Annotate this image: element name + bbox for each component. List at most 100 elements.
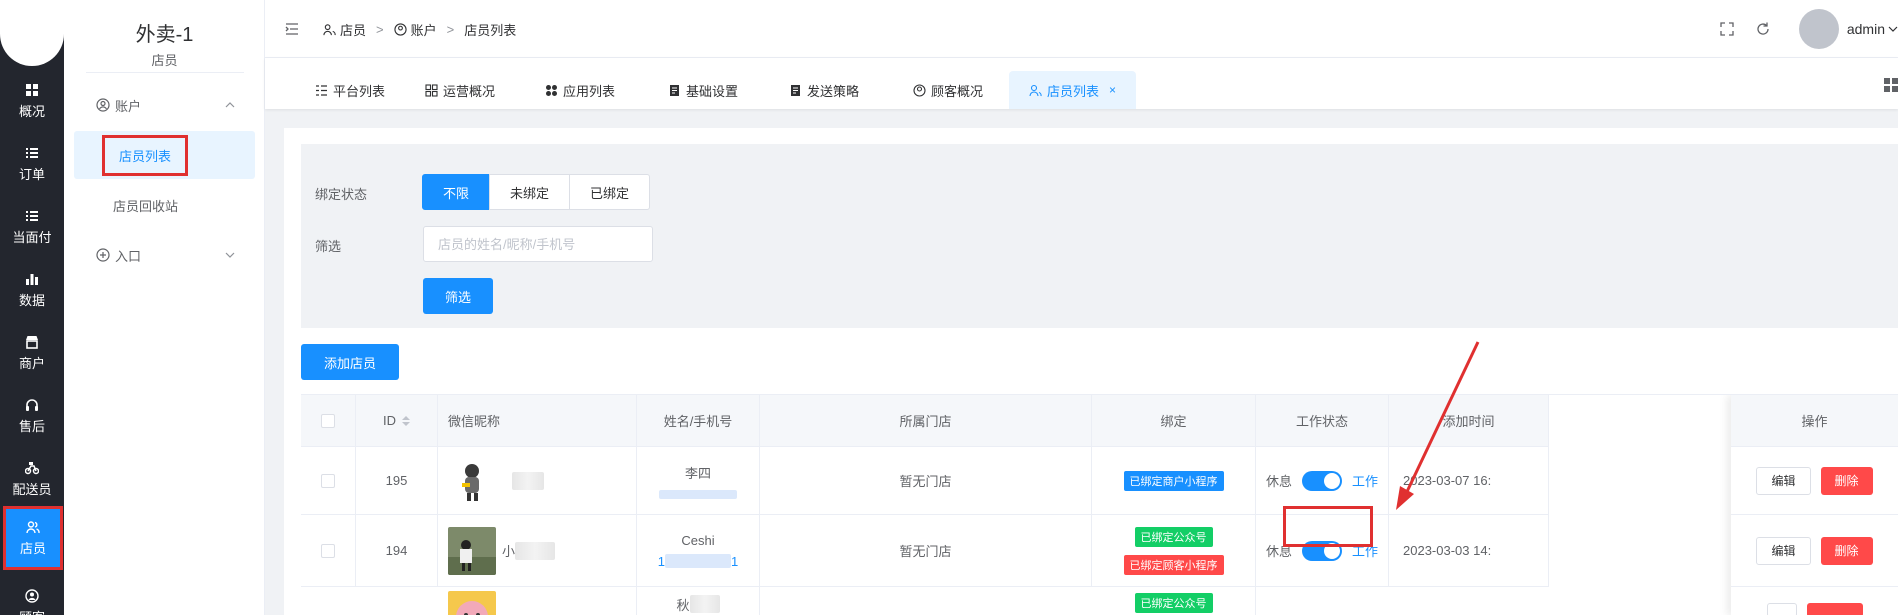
cell-name-phone: Ceshi 1 1 (637, 515, 760, 587)
tab-send-strategy[interactable]: 发送策略 (769, 71, 879, 109)
bind-option-bound[interactable]: 已绑定 (569, 174, 651, 210)
filter-panel: 绑定状态 不限 未绑定 已绑定 筛选 筛选 (301, 144, 1898, 328)
blurred-name (689, 595, 720, 613)
tab-app-list[interactable]: 应用列表 (525, 71, 635, 109)
cell-store: 暂无门店 (760, 515, 1092, 587)
edit-button[interactable] (1766, 603, 1797, 615)
top-header: 店员 > 账户 > 店员列表 admin (265, 0, 1898, 58)
cell-name-phone: 秋 (637, 587, 760, 615)
edit-button[interactable]: 编辑 (1756, 536, 1811, 565)
rail-item-customer[interactable]: 顾客 (0, 577, 64, 615)
chevron-down-icon[interactable] (1888, 24, 1898, 34)
tab-staff-list[interactable]: 店员列表 × (1009, 71, 1137, 109)
user-circle-icon (96, 98, 110, 112)
collapse-menu-icon[interactable] (285, 22, 299, 36)
cell-store: 暂无门店 (760, 447, 1092, 515)
select-all-checkbox[interactable] (321, 413, 335, 428)
cell-name-phone: 李四 (637, 447, 760, 515)
menu-group-account[interactable]: 账户 (64, 90, 265, 120)
grid-icon[interactable] (1884, 78, 1898, 92)
avatar[interactable] (1798, 9, 1839, 49)
divider (86, 72, 244, 73)
rail-item-data[interactable]: 数据 (0, 260, 64, 320)
nickname-text: 小 (502, 544, 516, 559)
phone-row: 1 1 (658, 554, 738, 569)
rail-item-staff[interactable]: 店员 (3, 506, 63, 570)
add-staff-button[interactable]: 添加店员 (301, 344, 399, 380)
avatar[interactable] (0, 0, 64, 66)
header-actions: admin (1719, 8, 1898, 50)
column-header-name-phone: 姓名/手机号 (637, 395, 760, 447)
cell-id: 194 (356, 515, 438, 587)
rail-item-label: 顾客 (19, 607, 45, 615)
sort-icon[interactable] (402, 415, 410, 426)
shop-icon (26, 335, 38, 349)
search-label: 筛选 (315, 239, 342, 254)
blurred-nickname (515, 541, 556, 560)
rail-item-label: 概况 (18, 103, 45, 119)
menu-group-entry[interactable]: 入口 (64, 240, 265, 270)
bind-tag-customer-miniprogram: 已绑定顾客小程序 (1123, 554, 1224, 575)
bind-tag-official-account: 已绑定公众号 (1134, 526, 1213, 547)
headset-icon (26, 398, 38, 411)
row-checkbox-cell (301, 447, 356, 515)
column-header-work-status: 工作状态 (1256, 395, 1389, 447)
column-header-binding: 绑定 (1092, 395, 1256, 447)
work-status-toggle[interactable] (1302, 470, 1342, 491)
cell-actions: 编辑 删除 (1731, 515, 1898, 587)
cell-added-time: 2023-03-03 14: (1389, 515, 1549, 587)
tab-platform-list[interactable]: 平台列表 (295, 71, 405, 109)
rail-item-label: 订单 (18, 166, 45, 182)
row-checkbox[interactable] (321, 473, 335, 488)
sidebar-item-staff-recycle[interactable]: 店员回收站 (74, 181, 255, 229)
sidebar-item-staff-list[interactable]: 店员列表 (74, 131, 255, 179)
cell-nickname: 小 (438, 515, 637, 587)
cell-binding: 已绑定公众号 已绑定顾客小程序 (1092, 515, 1256, 587)
refresh-icon[interactable] (1755, 21, 1771, 37)
rail-item-aftersale[interactable]: 售后 (0, 386, 64, 446)
search-input[interactable] (423, 226, 653, 262)
cell-binding: 已绑定商户小程序 (1092, 447, 1256, 515)
blurred-phone (659, 489, 737, 499)
grid-icon (26, 83, 38, 96)
cell-work-status: 休息 工作 (1256, 447, 1389, 515)
tab-basic-settings[interactable]: 基础设置 (648, 71, 758, 109)
staff-table: ID 微信昵称 姓名/手机号 所属门店 绑定 工作状态 添加时间 195 李四 … (301, 394, 1898, 615)
rest-label: 休息 (1265, 474, 1292, 489)
tab-label: 店员列表 (1047, 83, 1100, 99)
delete-button[interactable] (1806, 603, 1863, 615)
tab-label: 应用列表 (563, 83, 616, 99)
edit-button[interactable]: 编辑 (1756, 466, 1811, 495)
breadcrumb-item[interactable]: 账户 (411, 20, 437, 39)
main-content: 绑定状态 不限 未绑定 已绑定 筛选 筛选 添加店员 ID 微信昵称 姓名/手机… (284, 128, 1898, 615)
operations-column: 操作 编辑 删除 编辑 删除 (1731, 395, 1898, 615)
row-checkbox-cell (301, 515, 356, 587)
menu-group-label: 账户 (115, 98, 142, 114)
rail-item-facepay[interactable]: 当面付 (0, 197, 64, 257)
work-label: 工作 (1352, 474, 1379, 489)
bind-option-unbound[interactable]: 未绑定 (489, 174, 571, 210)
filter-button[interactable]: 筛选 (423, 278, 493, 314)
rail-item-overview[interactable]: 概况 (0, 71, 64, 131)
bind-option-all[interactable]: 不限 (422, 174, 491, 210)
tab-customer-overview[interactable]: 顾客概况 (893, 71, 1003, 109)
users-icon (1029, 84, 1042, 96)
rail-item-merchant[interactable]: 商户 (0, 323, 64, 383)
column-header-id[interactable]: ID (356, 395, 438, 447)
rail-item-label: 售后 (18, 418, 45, 434)
username[interactable]: admin (1847, 21, 1885, 37)
row-checkbox[interactable] (321, 543, 335, 558)
bind-tag-official-account: 已绑定公众号 (1134, 593, 1213, 613)
delete-button[interactable]: 删除 (1820, 536, 1873, 565)
delete-button[interactable]: 删除 (1820, 466, 1873, 495)
rail-item-orders[interactable]: 订单 (0, 134, 64, 194)
rail-item-courier[interactable]: 配送员 (0, 449, 64, 509)
store-name: 外卖-1 (135, 24, 194, 46)
column-header-label: ID (383, 413, 396, 428)
breadcrumb-item[interactable]: 店员 (340, 20, 366, 39)
close-icon[interactable]: × (1109, 83, 1116, 97)
tab-ops-overview[interactable]: 运营概况 (405, 71, 515, 109)
highlight-box (1283, 506, 1373, 547)
fullscreen-icon[interactable] (1719, 21, 1735, 37)
users-icon (26, 520, 40, 533)
